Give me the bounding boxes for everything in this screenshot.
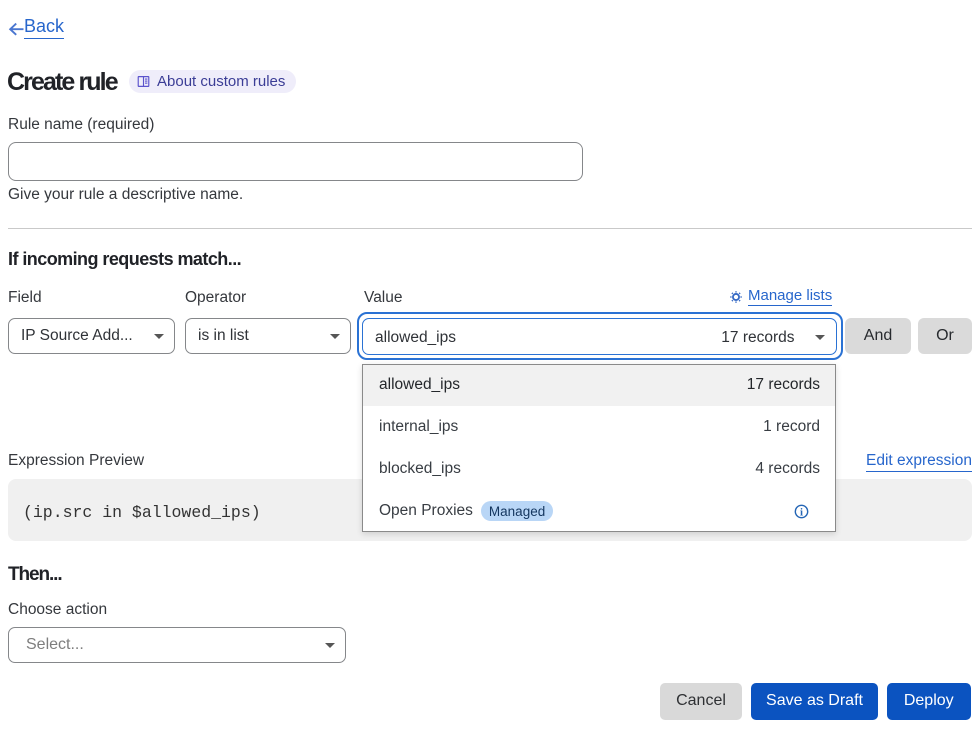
svg-text:i: i — [800, 506, 803, 518]
